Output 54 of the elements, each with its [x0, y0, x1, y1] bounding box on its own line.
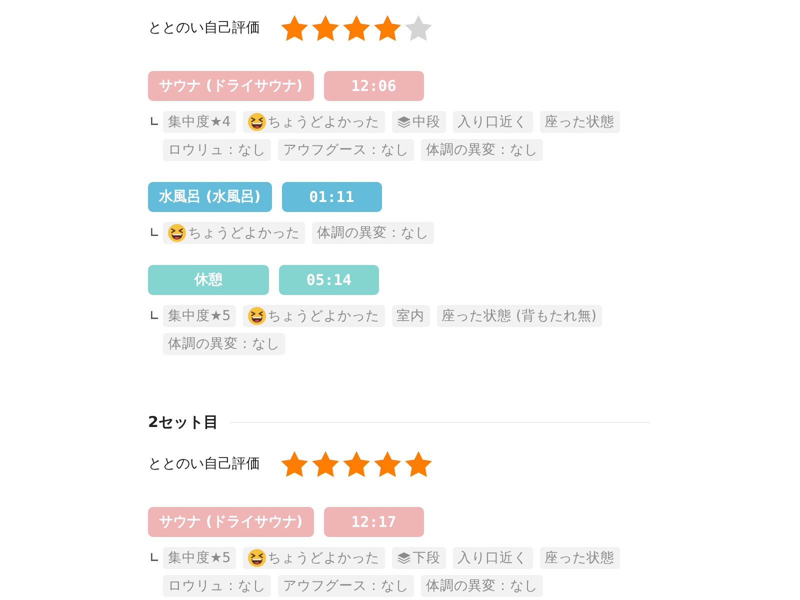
step-time-label: 12:17 [324, 507, 424, 537]
star-icon [312, 15, 339, 41]
tag: 座った状態 [540, 111, 620, 133]
step-name-label: サウナ (ドライサウナ) [148, 71, 314, 101]
corner-line-icon [151, 117, 158, 125]
star-icon [343, 15, 370, 41]
star-icon [405, 451, 432, 477]
step-name-label: サウナ (ドライサウナ) [148, 507, 314, 537]
step-time-label: 01:11 [282, 182, 382, 212]
step-time-label: 05:14 [279, 265, 379, 295]
layers-icon [396, 552, 411, 564]
tag: アウフグース：なし [278, 575, 414, 597]
tag: 入り口近く [452, 111, 533, 133]
corner-line-icon [151, 228, 158, 236]
rating-label: ととのい自己評価 [148, 19, 261, 37]
laughing-face-icon [248, 113, 266, 131]
step-name-label: 休憩 [148, 265, 269, 295]
tag: 入り口近く [452, 547, 533, 569]
tag-label: ちょうどよかった [268, 113, 380, 132]
tag: 体調の異変：なし [312, 222, 434, 244]
tag: 体調の異変：なし [421, 139, 543, 161]
star-icon [374, 451, 401, 477]
tag-label: ちょうどよかった [268, 549, 380, 568]
laughing-face-icon [248, 307, 266, 325]
rating-label: ととのい自己評価 [148, 455, 261, 473]
set-heading: 2セット目 [148, 412, 218, 432]
step-time-label: 12:06 [324, 71, 424, 101]
tag: ロウリュ：なし [163, 575, 271, 597]
star-icon [405, 15, 432, 41]
laughing-face-icon [248, 549, 266, 567]
laughing-face-icon [168, 224, 186, 242]
step-name-label: 水風呂 (水風呂) [148, 182, 272, 212]
layers-icon [396, 116, 411, 128]
tag-label: 中段 [412, 113, 441, 132]
tag: 集中度★5 [163, 547, 236, 569]
star-icon [281, 15, 308, 41]
tag: 座った状態 [540, 547, 620, 569]
tag: 集中度★5 [163, 305, 236, 327]
tag-label: 下段 [412, 549, 441, 568]
star-icon [374, 15, 401, 41]
tag: アウフグース：なし [278, 139, 414, 161]
corner-line-icon [151, 553, 158, 561]
corner-line-icon [151, 311, 158, 319]
tag-label: ちょうどよかった [188, 224, 300, 243]
tag: 集中度★4 [163, 111, 236, 133]
tag: ロウリュ：なし [163, 139, 271, 161]
star-icon [343, 451, 370, 477]
tag: 体調の異変：なし [421, 575, 543, 597]
tag: 体調の異変：なし [163, 333, 285, 355]
star-icon [281, 451, 308, 477]
tag: 座った状態 (背もたれ無) [436, 305, 602, 327]
star-icon [312, 451, 339, 477]
tag-label: ちょうどよかった [268, 307, 380, 326]
tag: 室内 [392, 305, 430, 327]
